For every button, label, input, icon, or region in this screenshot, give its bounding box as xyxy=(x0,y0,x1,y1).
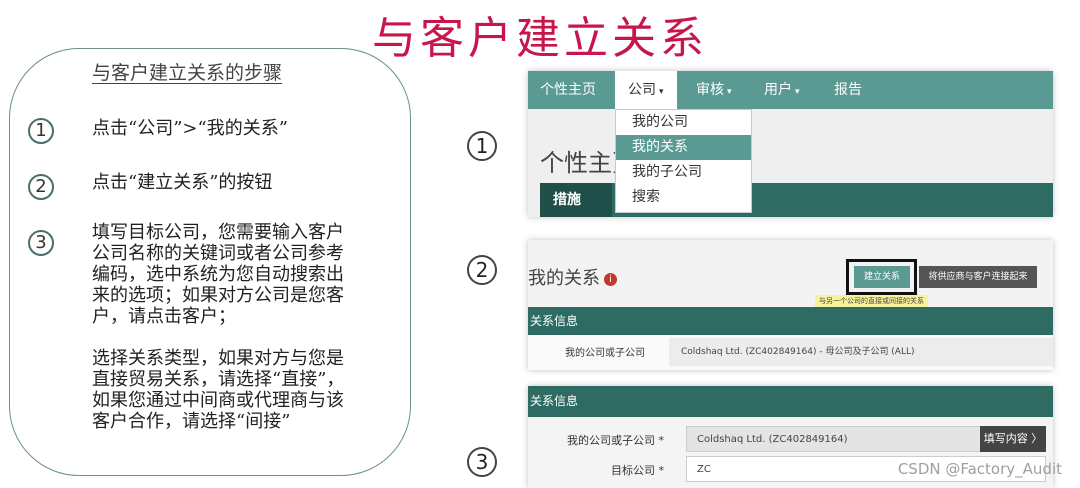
my-company-select[interactable]: Coldshaq Ltd. (ZC402849164) xyxy=(686,426,996,452)
relationships-title: 我的关系 i xyxy=(528,264,617,290)
nav-item-profile[interactable]: 个性主页 xyxy=(540,71,596,109)
step-2-line: 点击“建立关系”的按钮 xyxy=(92,172,273,193)
build-relationship-button[interactable]: 建立关系 xyxy=(854,266,910,288)
screenshot-company-menu: 个性主页 公司 ▾ 审核 ▾ 用户 ▾ 报告 个性主页 措施 我的公司 我的关系 我的… xyxy=(528,71,1053,217)
step-number-1: 1 xyxy=(28,118,54,144)
section-header-relationship-info: 关系信息 xyxy=(528,307,1053,335)
company-dropdown-menu: 我的公司 我的关系 我的子公司 搜索 xyxy=(615,109,752,213)
nav-label: 报告 xyxy=(834,82,862,98)
field-value-my-company[interactable]: Coldshaq Ltd. (ZC402849164) - 母公司及子公司 (A… xyxy=(669,338,1053,366)
tooltip: 与另一个公司的直接或间接的关系 xyxy=(815,295,928,307)
step-2-text: 点击“建立关系”的按钮 xyxy=(92,172,408,193)
step-3-line: 来的选项；如果对方公司是您客 xyxy=(92,285,344,306)
nav-item-users[interactable]: 用户 ▾ xyxy=(764,71,800,109)
right-step-number-2: 2 xyxy=(467,255,497,285)
info-icon[interactable]: i xyxy=(604,273,617,286)
step-3-line: 编码，选中系统为您自动搜索出 xyxy=(92,264,344,285)
step-3-line: 直接贸易关系，请选择“直接”， xyxy=(92,369,345,390)
screenshot-relationships-page: 我的关系 i 建立关系 将供应商与客户连接起来 与另一个公司的直接或间接的关系 关… xyxy=(528,240,1053,370)
step-3-spacer xyxy=(92,327,408,348)
field-label-my-company: 我的公司或子公司 * xyxy=(567,434,664,447)
step-3-line: 如果您通过中间商或代理商与该 xyxy=(92,390,344,411)
link-supplier-customer-button[interactable]: 将供应商与客户连接起来 xyxy=(919,266,1037,288)
relationships-title-text: 我的关系 xyxy=(528,268,600,289)
nav-item-reports[interactable]: 报告 xyxy=(834,71,862,109)
watermark: CSDN @Factory_Audit xyxy=(897,460,1062,478)
step-number-2: 2 xyxy=(28,174,54,200)
chevron-down-icon: ▾ xyxy=(727,87,732,97)
field-label-target-company: 目标公司 * xyxy=(611,464,664,477)
step-1-text: 点击“公司”>“我的关系” xyxy=(92,118,408,139)
tab-measures[interactable]: 措施 xyxy=(540,183,612,217)
nav-label: 公司 xyxy=(628,82,656,98)
step-3-line: 公司名称的关键词或者公司参考 xyxy=(92,243,344,264)
step-3-line: 户，请点击客户； xyxy=(92,306,236,327)
nav-label: 个性主页 xyxy=(540,82,596,98)
step-number-3: 3 xyxy=(28,230,54,256)
nav-item-company[interactable]: 公司 ▾ xyxy=(615,71,677,109)
chevron-down-icon: ▾ xyxy=(795,87,800,97)
chevron-down-icon: ▾ xyxy=(659,87,664,97)
menu-item-my-company[interactable]: 我的公司 xyxy=(616,110,751,135)
nav-label: 审核 xyxy=(696,82,724,98)
step-1-line: 点击“公司”>“我的关系” xyxy=(92,118,288,139)
right-step-number-3: 3 xyxy=(467,447,497,477)
right-step-number-1: 1 xyxy=(467,131,497,161)
field-label-my-company: 我的公司或子公司 xyxy=(565,348,645,359)
panel-heading: 与客户建立关系的步骤 xyxy=(92,62,283,84)
menu-item-my-relationships[interactable]: 我的关系 xyxy=(616,135,751,160)
menu-item-search[interactable]: 搜索 xyxy=(616,185,751,210)
step-3-line: 客户合作，请选择“间接” xyxy=(92,411,291,432)
nav-item-audit[interactable]: 审核 ▾ xyxy=(696,71,732,109)
section-header-relationship-info: 关系信息 xyxy=(528,386,1053,417)
top-navbar: 个性主页 公司 ▾ 审核 ▾ 用户 ▾ 报告 xyxy=(528,71,1053,109)
fill-content-button[interactable]: 填写内容 〉 xyxy=(980,426,1046,452)
step-3-text: 填写目标公司，您需要输入客户 公司名称的关键词或者公司参考 编码，选中系统为您自… xyxy=(92,222,408,432)
nav-label: 用户 xyxy=(764,82,792,98)
menu-item-my-subsidiaries[interactable]: 我的子公司 xyxy=(616,160,751,185)
step-3-line: 选择关系类型，如果对方与您是 xyxy=(92,348,344,369)
step-3-line: 填写目标公司，您需要输入客户 xyxy=(92,222,344,243)
